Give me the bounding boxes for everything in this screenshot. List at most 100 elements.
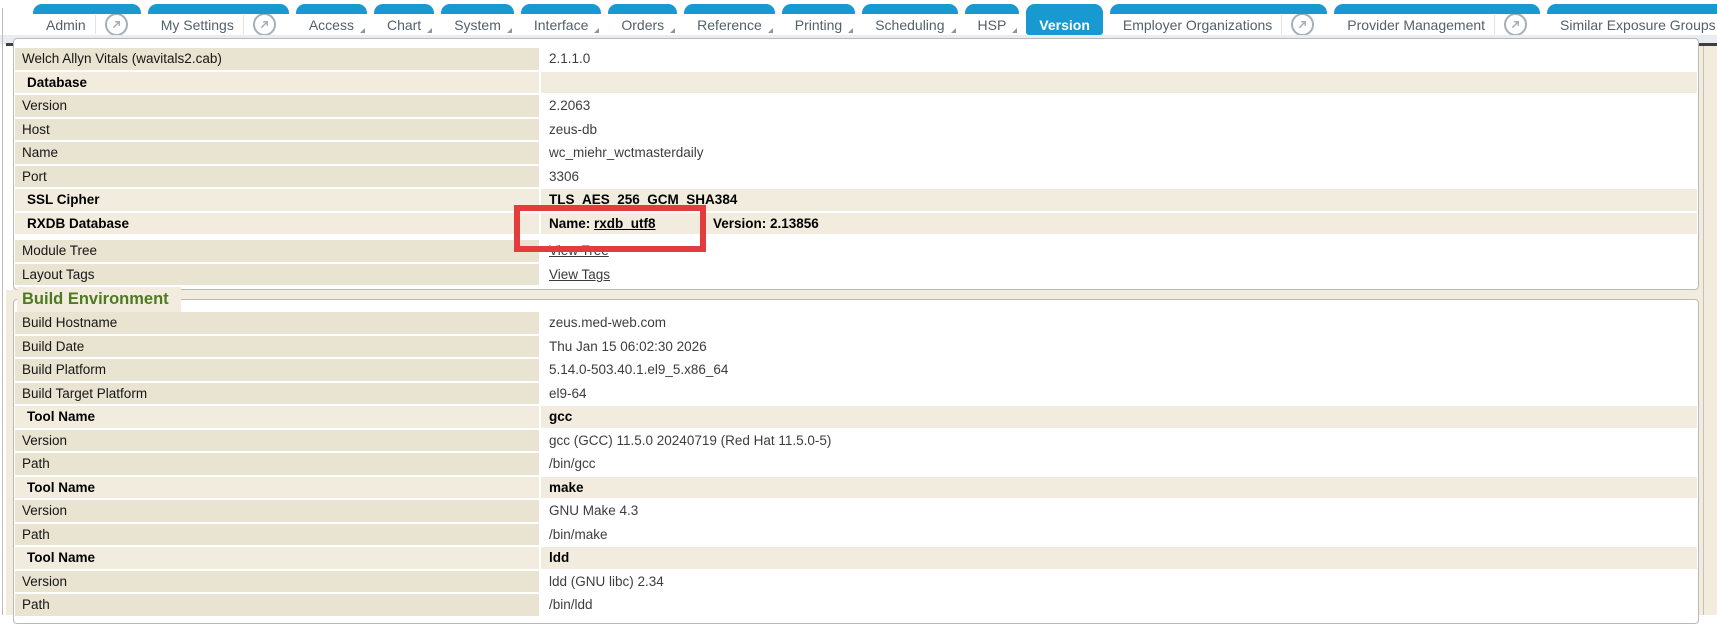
tab-label: Reference — [697, 17, 762, 33]
row-value: ldd — [541, 547, 1697, 569]
table-row: Versionldd (GNU libc) 2.34 — [15, 571, 1697, 593]
row-value: 5.14.0-503.40.1.el9_5.x86_64 — [541, 359, 1697, 381]
row-label: Version — [15, 95, 539, 117]
tab-divider — [1494, 15, 1495, 34]
tab-divider — [95, 15, 96, 34]
row-value: ldd (GNU libc) 2.34 — [541, 571, 1697, 593]
row-value: make — [541, 477, 1697, 499]
row-value: TLS_AES_256_GCM_SHA384 — [541, 189, 1697, 211]
tab-provider-management[interactable]: Provider Management — [1334, 4, 1540, 35]
tab-label: System — [454, 17, 501, 33]
popout-arrow-icon[interactable] — [1504, 13, 1527, 35]
table-row: Namewc_miehr_wctmasterdaily — [15, 142, 1697, 164]
tab-label: Printing — [795, 17, 842, 33]
rxdb-version-text: Version: 2.13856 — [713, 216, 819, 231]
row-label: Version — [15, 500, 539, 522]
table-row: VersionGNU Make 4.3 — [15, 500, 1697, 522]
tab-label: Provider Management — [1347, 17, 1485, 33]
row-value: 2.2063 — [541, 95, 1697, 117]
tab-hsp[interactable]: HSP — [965, 4, 1020, 35]
tab-version[interactable]: Version — [1026, 4, 1103, 35]
table-row: Tool Namegcc — [15, 406, 1697, 428]
row-label: Tool Name — [15, 406, 539, 428]
table-row: Hostzeus-db — [15, 119, 1697, 141]
row-label: Version — [15, 430, 539, 452]
table-row: Database — [15, 72, 1697, 94]
left-edge-divider — [2, 8, 3, 615]
popout-arrow-icon[interactable] — [253, 13, 276, 35]
table-row: Build Target Platformel9-64 — [15, 383, 1697, 405]
row-label: Welch Allyn Vitals (wavitals2.cab) — [15, 48, 539, 70]
table-row: Layout TagsView Tags — [15, 264, 1697, 286]
tab-printing[interactable]: Printing — [782, 4, 855, 35]
row-value: /bin/gcc — [541, 453, 1697, 475]
row-value: /bin/ldd — [541, 594, 1697, 616]
section-legend-build-environment: Build Environment — [17, 287, 181, 312]
table-row: Path/bin/make — [15, 524, 1697, 546]
tab-system[interactable]: System — [441, 4, 514, 35]
row-value: gcc — [541, 406, 1697, 428]
row-value: GNU Make 4.3 — [541, 500, 1697, 522]
tab-orders[interactable]: Orders — [608, 4, 677, 35]
row-label: Name — [15, 142, 539, 164]
table-row: Build DateThu Jan 15 06:02:30 2026 — [15, 336, 1697, 358]
table-row: Port3306 — [15, 166, 1697, 188]
dropdown-caret-icon — [951, 28, 956, 33]
tab-scheduling[interactable]: Scheduling — [862, 4, 957, 35]
row-label: Module Tree — [15, 240, 539, 262]
dropdown-caret-icon — [768, 28, 773, 33]
tab-label: Orders — [621, 17, 664, 33]
popout-arrow-icon[interactable] — [1291, 13, 1314, 35]
table-row: Welch Allyn Vitals (wavitals2.cab)2.1.1.… — [15, 48, 1697, 70]
table-row: Path/bin/gcc — [15, 453, 1697, 475]
row-value: 3306 — [541, 166, 1697, 188]
tab-access[interactable]: Access — [296, 4, 367, 35]
popout-arrow-icon[interactable] — [105, 13, 128, 35]
row-label: Host — [15, 119, 539, 141]
tab-admin[interactable]: Admin — [33, 4, 141, 35]
tab-label: Similar Exposure Groups (SEGs) — [1560, 17, 1717, 33]
view-tree-link[interactable]: View Tree — [549, 243, 609, 258]
rxdb-name-link[interactable]: rxdb_utf8 — [594, 216, 656, 231]
row-value: View Tree — [541, 240, 1697, 262]
row-label: Port — [15, 166, 539, 188]
rxdb-name-group: Name: rxdb_utf8 — [549, 213, 713, 235]
tab-label: Scheduling — [875, 17, 944, 33]
row-value: View Tags — [541, 264, 1697, 286]
table-row: Version2.2063 — [15, 95, 1697, 117]
row-value: el9-64 — [541, 383, 1697, 405]
dropdown-caret-icon — [1012, 28, 1017, 33]
dropdown-caret-icon — [507, 28, 512, 33]
tab-label: Version — [1039, 17, 1090, 33]
row-label: Tool Name — [15, 477, 539, 499]
tab-similar-exposure-groups-segs[interactable]: Similar Exposure Groups (SEGs) — [1547, 4, 1717, 35]
row-label: Path — [15, 524, 539, 546]
dropdown-caret-icon — [427, 28, 432, 33]
dropdown-caret-icon — [594, 28, 599, 33]
tab-employer-organizations[interactable]: Employer Organizations — [1110, 4, 1327, 35]
dropdown-caret-icon — [360, 28, 365, 33]
row-value: zeus.med-web.com — [541, 312, 1697, 334]
table-row: SSL CipherTLS_AES_256_GCM_SHA384 — [15, 189, 1697, 211]
row-label: Build Target Platform — [15, 383, 539, 405]
table-row: RXDB DatabaseName: rxdb_utf8Version: 2.1… — [15, 213, 1697, 235]
view-tags-link[interactable]: View Tags — [549, 267, 610, 282]
table-row: Build Platform5.14.0-503.40.1.el9_5.x86_… — [15, 359, 1697, 381]
tab-label: HSP — [978, 17, 1007, 33]
tab-divider — [1281, 15, 1282, 34]
table-row: Versiongcc (GCC) 11.5.0 20240719 (Red Ha… — [15, 430, 1697, 452]
tab-my-settings[interactable]: My Settings — [148, 4, 289, 35]
row-value — [541, 72, 1697, 94]
row-label: SSL Cipher — [15, 189, 539, 211]
row-value: 2.1.1.0 — [541, 48, 1697, 70]
left-gutter — [6, 46, 13, 290]
row-label: Build Hostname — [15, 312, 539, 334]
tab-interface[interactable]: Interface — [521, 4, 601, 35]
table-row: Module Tree View Tree — [15, 240, 1697, 262]
row-label: Tool Name — [15, 547, 539, 569]
tab-label: Access — [309, 17, 354, 33]
row-label: Build Platform — [15, 359, 539, 381]
tab-reference[interactable]: Reference — [684, 4, 775, 35]
tab-chart[interactable]: Chart — [374, 4, 434, 35]
dropdown-caret-icon — [670, 28, 675, 33]
